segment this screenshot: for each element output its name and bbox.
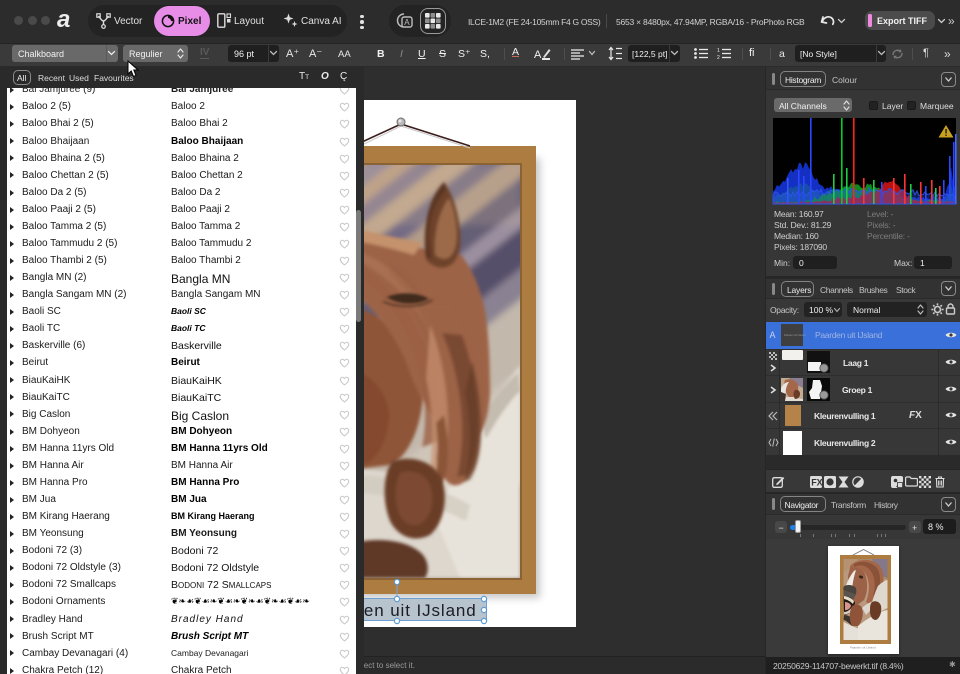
- svg-text:2: 2: [717, 55, 720, 61]
- svg-text:FX: FX: [811, 478, 823, 488]
- svg-text:1: 1: [717, 48, 720, 54]
- svg-text:Paarden uit IJsland: Paarden uit IJsland: [850, 646, 876, 650]
- svg-text:A: A: [404, 18, 410, 27]
- svg-text:A: A: [534, 49, 542, 61]
